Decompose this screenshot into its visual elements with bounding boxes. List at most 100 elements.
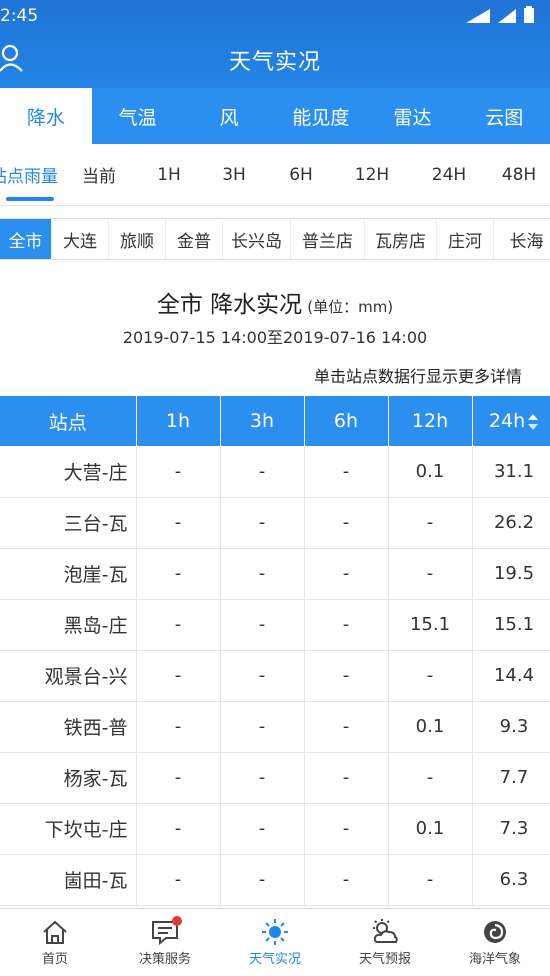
report-unit: (单位：mm): [307, 298, 394, 316]
value-1h: -: [136, 752, 221, 804]
status-icons: [464, 6, 536, 24]
value-12h: 0.1: [388, 803, 473, 855]
area-changhai[interactable]: 长海: [494, 219, 550, 259]
area-dalian[interactable]: 大连: [52, 219, 109, 259]
value-3h: -: [220, 854, 305, 906]
notification-badge: [172, 916, 182, 926]
value-24h: 15.1: [472, 599, 550, 651]
table-row[interactable]: 崮田-瓦 - - - - 6.3: [0, 854, 550, 906]
station-name: 观景台-兴: [0, 650, 137, 702]
value-24h: 9.3: [472, 701, 550, 753]
swirl-icon: [484, 921, 506, 943]
filter-1h[interactable]: 1H: [138, 144, 200, 205]
time-filter-bar: 站点雨量 当前 1H 3H 6H 12H 24H 48H: [0, 144, 550, 206]
header-24h[interactable]: 24h: [472, 396, 550, 446]
home-icon: [43, 920, 67, 944]
table-row[interactable]: 大营-庄 - - - 0.1 31.1: [0, 446, 550, 498]
table-row[interactable]: 下坎屯-庄 - - - 0.1 7.3: [0, 803, 550, 855]
report-date-range: 2019-07-15 14:00至2019-07-16 14:00: [122, 328, 428, 347]
table-row[interactable]: 三台-瓦 - - - - 26.2: [0, 497, 550, 549]
nav-home-label: 首页: [41, 952, 68, 967]
station-name: 大营-庄: [0, 446, 137, 498]
value-3h: -: [220, 803, 305, 855]
tab-radar[interactable]: 雷达: [367, 88, 459, 144]
header-1h[interactable]: 1h: [136, 396, 221, 446]
table-header-row: 站点 1h 3h 6h 12h 24h: [0, 396, 550, 446]
value-6h: -: [304, 497, 389, 549]
area-pulandian[interactable]: 普兰店: [291, 219, 365, 259]
tab-temperature[interactable]: 气温: [92, 88, 184, 144]
value-3h: -: [220, 548, 305, 600]
station-name: 三台-瓦: [0, 497, 137, 549]
value-12h: -: [388, 650, 473, 702]
filter-current[interactable]: 当前: [60, 144, 138, 205]
area-jinpu[interactable]: 金普: [166, 219, 223, 259]
value-24h: 31.1: [472, 446, 550, 498]
value-3h: -: [220, 701, 305, 753]
value-24h: 7.3: [472, 803, 550, 855]
value-24h: 26.2: [472, 497, 550, 549]
area-changxingdao[interactable]: 长兴岛: [223, 219, 291, 259]
tab-cloud-image[interactable]: 云图: [458, 88, 550, 144]
table-row[interactable]: 泡崖-瓦 - - - - 19.5: [0, 548, 550, 600]
tab-rainfall[interactable]: 降水: [0, 88, 92, 144]
header-3h[interactable]: 3h: [220, 396, 305, 446]
area-wafangdian[interactable]: 瓦房店: [365, 219, 437, 259]
header-6h[interactable]: 6h: [304, 396, 389, 446]
value-12h: -: [388, 854, 473, 906]
nav-home[interactable]: 首页: [0, 909, 110, 976]
value-1h: -: [136, 854, 221, 906]
filter-station-rainfall[interactable]: 站点雨量: [0, 144, 60, 205]
filter-3h[interactable]: 3H: [200, 144, 268, 205]
tab-wind[interactable]: 风: [183, 88, 275, 144]
table-row[interactable]: 铁西-普 - - - 0.1 9.3: [0, 701, 550, 753]
station-name: 下坎屯-庄: [0, 803, 137, 855]
header-12h[interactable]: 12h: [388, 396, 473, 446]
value-3h: -: [220, 497, 305, 549]
filter-12h[interactable]: 12H: [334, 144, 410, 205]
value-12h: -: [388, 497, 473, 549]
nav-weather-live[interactable]: 天气实况: [220, 909, 330, 976]
area-all-city[interactable]: 全市: [0, 219, 52, 259]
value-24h: 6.3: [472, 854, 550, 906]
value-6h: -: [304, 548, 389, 600]
value-12h: 15.1: [388, 599, 473, 651]
tab-visibility[interactable]: 能见度: [275, 88, 367, 144]
value-12h: -: [388, 548, 473, 600]
table-row[interactable]: 杨家-瓦 - - - - 7.7: [0, 752, 550, 804]
value-1h: -: [136, 548, 221, 600]
value-6h: -: [304, 752, 389, 804]
nav-forecast[interactable]: 天气预报: [330, 909, 440, 976]
report-hint: 单击站点数据行显示更多详情: [314, 367, 523, 386]
station-name: 黑岛-庄: [0, 599, 137, 651]
sort-icon[interactable]: [527, 413, 539, 431]
table-row[interactable]: 黑岛-庄 - - - 15.1 15.1: [0, 599, 550, 651]
nav-decision-service[interactable]: 决策服务: [110, 909, 220, 976]
table-row[interactable]: 观景台-兴 - - - - 14.4: [0, 650, 550, 702]
value-1h: -: [136, 650, 221, 702]
value-3h: -: [220, 650, 305, 702]
area-filter-bar: 全市 大连 旅顺 金普 长兴岛 普兰店 瓦房店 庄河 长海: [0, 218, 550, 260]
value-24h: 7.7: [472, 752, 550, 804]
value-3h: -: [220, 752, 305, 804]
status-time: 2:45: [0, 6, 39, 26]
value-6h: -: [304, 803, 389, 855]
nav-forecast-label: 天气预报: [358, 952, 411, 967]
area-lushun[interactable]: 旅顺: [109, 219, 166, 259]
filter-48h[interactable]: 48H: [488, 144, 550, 205]
header-station[interactable]: 站点: [0, 396, 137, 446]
area-zhuanghe[interactable]: 庄河: [437, 219, 494, 259]
report-heading: 全市 降水实况 (单位：mm): [0, 285, 550, 319]
value-24h: 19.5: [472, 548, 550, 600]
value-6h: -: [304, 701, 389, 753]
nav-marine[interactable]: 海洋气象: [440, 909, 550, 976]
value-1h: -: [136, 701, 221, 753]
station-name: 泡崖-瓦: [0, 548, 137, 600]
sun-icon: [262, 919, 288, 945]
value-12h: 0.1: [388, 701, 473, 753]
filter-6h[interactable]: 6H: [268, 144, 334, 205]
nav-marine-label: 海洋气象: [468, 952, 521, 967]
filter-24h[interactable]: 24H: [410, 144, 488, 205]
app-header: 2:45 天气实况: [0, 0, 550, 88]
battery-icon: [524, 6, 534, 23]
